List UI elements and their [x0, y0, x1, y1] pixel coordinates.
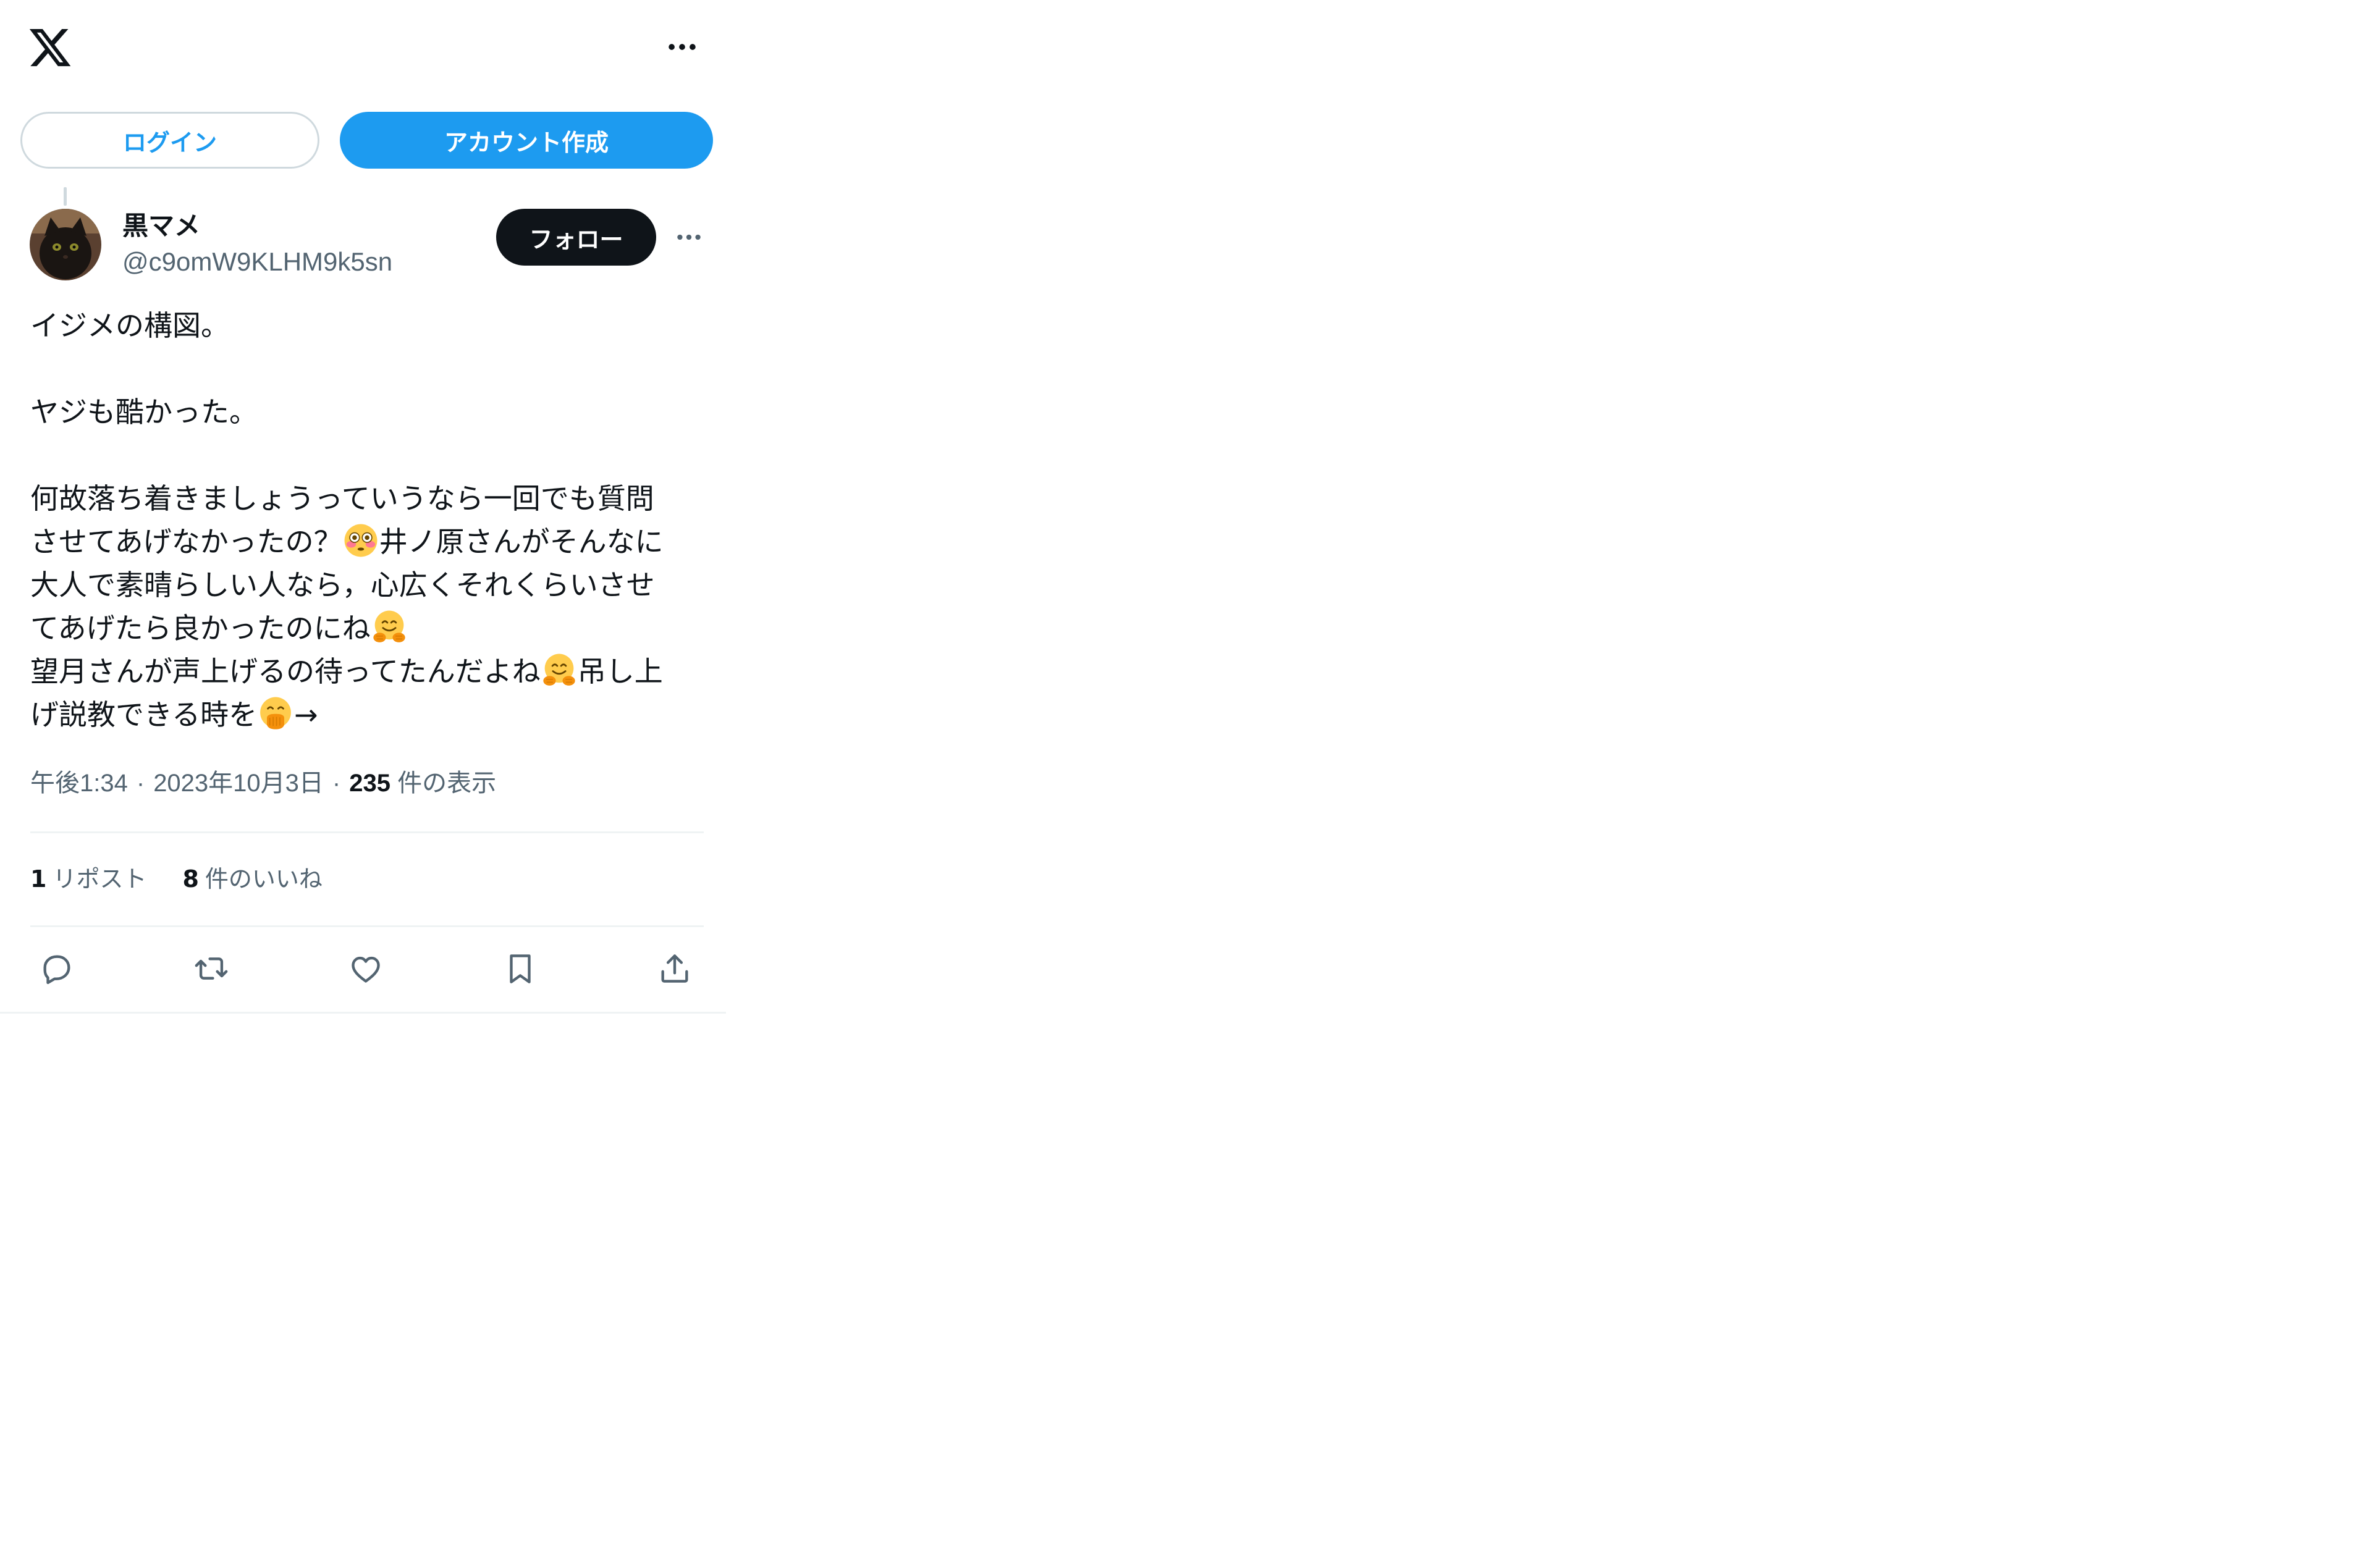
post-text-segment: → — [294, 698, 318, 731]
post-text-line: げ説教できる時を → — [30, 693, 710, 736]
create-account-button[interactable]: アカウント作成 — [340, 112, 713, 169]
author-handle[interactable]: @c9omW9KLHM9k5sn — [122, 246, 392, 278]
post-text-segment: イジメの構図。 — [30, 309, 229, 342]
repost-icon — [195, 957, 228, 980]
post-text-line — [30, 347, 710, 390]
post-text-segment: 望月さんが声上げるの待ってたんだよね — [30, 655, 541, 688]
reply-icon — [43, 955, 70, 985]
post-text-segment: 井ノ原さんがそんなに — [379, 525, 664, 558]
post-text-segment: てあげたら良かったのにね — [30, 612, 371, 645]
post-text-segment: 何故落ち着きましょうっていうなら一回でも質問 — [30, 482, 654, 515]
post-text: イジメの構図。 ヤジも酷かった。 何故落ち着きましょうっていうなら一回でも質問 させて… — [30, 304, 710, 736]
bookmark-button[interactable] — [496, 944, 545, 993]
reposts-stat[interactable]: 1 リポスト — [30, 862, 146, 896]
action-bar — [30, 944, 710, 993]
post-text-line: させてあげなかったの？ 井ノ原さんがそんなに — [30, 520, 710, 563]
post-time[interactable]: 午後1:34 — [30, 770, 128, 797]
post-text-line: イジメの構図。 — [30, 304, 710, 347]
post-text-line: てあげたら良かったのにね — [30, 607, 710, 650]
reply-button[interactable] — [32, 944, 82, 993]
post-text-line: 望月さんが声上げるの待ってたんだよね 吊し上 — [30, 650, 710, 693]
post-meta: 午後1:34 · 2023年10月3日 · 235 件の表示 — [30, 766, 496, 801]
views-count: 235 — [349, 770, 390, 797]
share-icon — [661, 954, 688, 983]
post-text-segment: ヤジも酷かった。 — [30, 395, 258, 429]
reposts-count: 1 — [30, 865, 47, 893]
avatar[interactable] — [30, 209, 101, 280]
post-text-line — [30, 434, 710, 477]
post-date[interactable]: 2023年10月3日 — [153, 770, 324, 797]
post-page: ログイン アカウント作成 黒マメ @c9omW9KLHM9k5sn フォロー イ… — [0, 0, 726, 1014]
post-text-segment: げ説教できる時を — [30, 698, 258, 731]
author-name[interactable]: 黒マメ — [122, 210, 200, 242]
share-button[interactable] — [650, 944, 699, 993]
like-icon — [352, 956, 380, 983]
reposts-label: リポスト — [53, 865, 147, 893]
post-text-line: ヤジも酷かった。 — [30, 390, 710, 434]
post-text-line: 何故落ち着きましょうっていうなら一回でも質問 — [30, 477, 710, 520]
bookmark-icon — [510, 954, 531, 983]
meta-separator: · — [332, 770, 341, 797]
repost-button[interactable] — [187, 944, 236, 993]
post-text-line: 大人で素晴らしい人なら，心広くそれくらいさせ — [30, 563, 710, 607]
post-more-icon[interactable] — [667, 220, 711, 254]
likes-count: 8 — [182, 865, 199, 893]
follow-button[interactable]: フォロー — [496, 209, 656, 266]
divider — [30, 831, 704, 833]
flushed-face-emoji — [344, 523, 378, 558]
meta-separator: · — [136, 770, 145, 797]
like-button[interactable] — [341, 944, 390, 993]
face-with-hand-over-mouth-emoji — [258, 696, 293, 731]
views-label: 件の表示 — [397, 770, 497, 797]
hugging-face-emoji — [372, 610, 407, 644]
hugging-face-emoji — [542, 653, 576, 687]
likes-label: 件のいいね — [205, 865, 323, 893]
login-button[interactable]: ログイン — [20, 112, 319, 169]
post-text-segment: 大人で素晴らしい人なら，心広くそれくらいさせ — [30, 568, 655, 602]
black-cat-avatar — [30, 209, 101, 280]
likes-stat[interactable]: 8 件のいいね — [182, 862, 322, 896]
thread-connector-line — [64, 187, 67, 206]
post-text-segment: させてあげなかったの？ — [30, 525, 342, 558]
more-options-icon[interactable] — [654, 30, 711, 64]
post-text-segment: 吊し上 — [577, 655, 663, 688]
x-logo-icon[interactable] — [27, 25, 73, 70]
divider — [30, 925, 704, 927]
post-stats: 1 リポスト 8 件のいいね — [30, 862, 323, 896]
